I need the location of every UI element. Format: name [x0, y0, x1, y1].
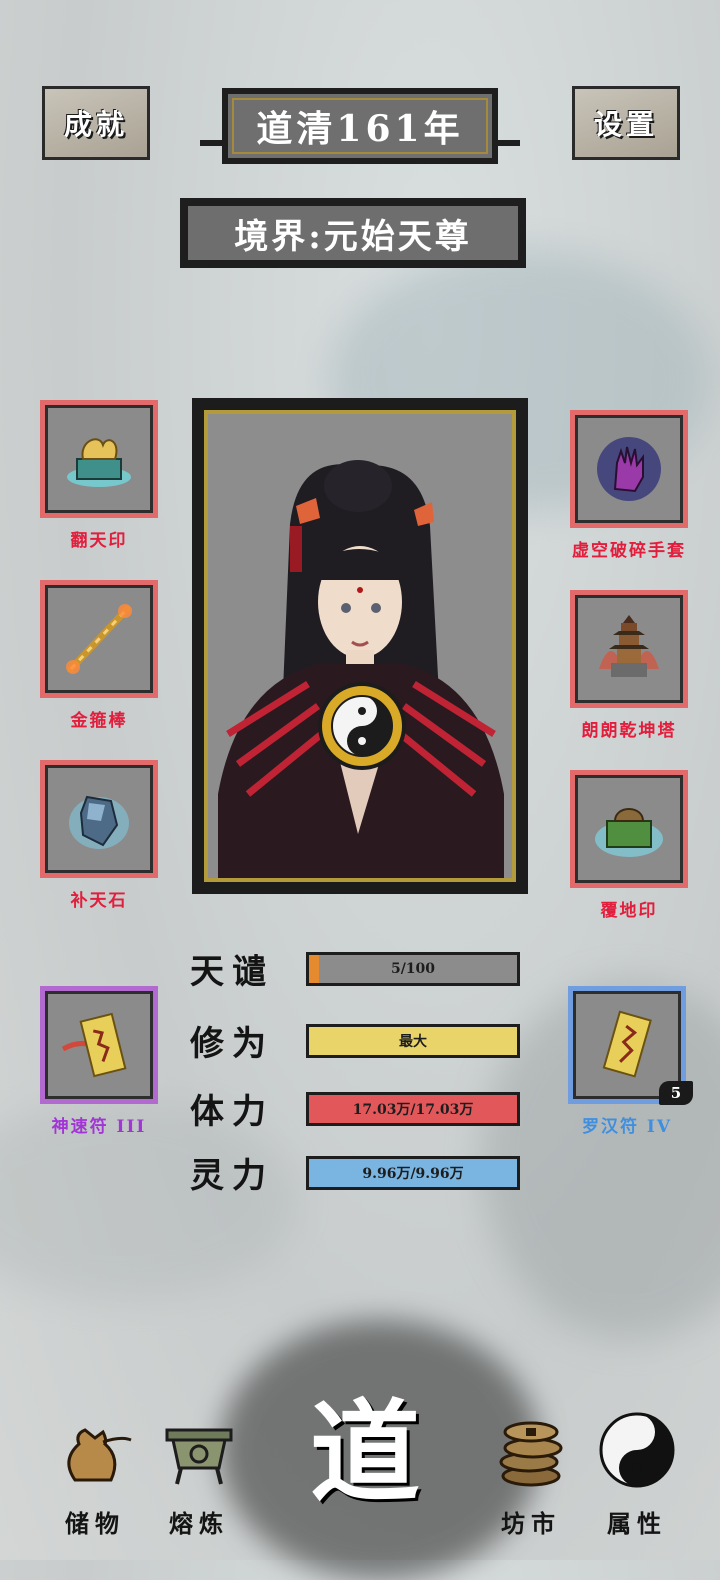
equip-slot-left-1[interactable]: 翻天印	[40, 400, 158, 551]
stat-label: 修为	[190, 1024, 274, 1064]
equip-slot-right-1[interactable]: 虚空破碎手套	[570, 410, 688, 561]
equip-slot-left-2[interactable]: 金箍棒	[40, 580, 158, 731]
equip-box[interactable]	[570, 410, 688, 528]
equip-slot-right-3[interactable]: 覆地印	[570, 770, 688, 921]
stat-value: 17.03万/17.03万	[352, 1101, 474, 1118]
equip-box[interactable]	[40, 580, 158, 698]
stat-bar: 9.96万/9.96万	[306, 1155, 520, 1190]
talisman-box[interactable]	[40, 986, 158, 1104]
equip-box[interactable]	[570, 770, 688, 888]
equip-label: 金箍棒	[70, 711, 128, 731]
equip-slot-left-3[interactable]: 补天石	[40, 760, 158, 911]
stat-value: 最大	[399, 1033, 427, 1050]
nav-storage[interactable]: 储物	[50, 1410, 140, 1539]
nav-label: 坊市	[501, 1509, 561, 1538]
character-portrait-frame[interactable]	[192, 398, 528, 894]
equip-box[interactable]	[40, 400, 158, 518]
character-illustration	[218, 460, 504, 878]
equip-label: 虚空破碎手套	[572, 541, 686, 561]
stat-label: 天谴	[190, 952, 274, 992]
nav-refine[interactable]: 熔炼	[154, 1410, 244, 1539]
dragon-seal-icon	[67, 438, 131, 487]
talisman-box[interactable]: 5	[568, 986, 693, 1105]
stat-label: 灵力	[190, 1156, 274, 1196]
pouch-icon	[55, 1410, 135, 1490]
equip-label: 翻天印	[70, 531, 128, 551]
void-glove-icon	[597, 437, 661, 501]
cauldron-icon	[159, 1410, 239, 1490]
pagoda-icon	[599, 615, 659, 677]
equip-slot-right-2[interactable]: 朗朗乾坤塔	[570, 590, 688, 741]
talisman-label: 罗汉符 IV	[581, 1117, 673, 1137]
stat-row-cultivation: 修为 最大	[190, 1016, 520, 1065]
nav-label: 熔炼	[169, 1509, 229, 1538]
talisman-icon	[61, 1012, 127, 1078]
talisman-icon	[602, 1010, 652, 1078]
equip-label: 覆地印	[600, 901, 658, 921]
stat-bar: 最大	[306, 1023, 520, 1058]
realm-plaque: 境界:元始天尊	[180, 198, 526, 268]
stat-bar: 5/100	[306, 951, 520, 986]
talisman-label: 神速符 III	[51, 1117, 147, 1137]
year-plaque: 道清161年	[222, 88, 498, 164]
golden-staff-icon	[66, 604, 132, 674]
nav-label: 储物	[65, 1509, 125, 1538]
stat-row-heavenly-punishment: 天谴 5/100	[190, 944, 520, 993]
talisman-slot-left[interactable]: 神速符 III	[40, 986, 158, 1137]
stat-value: 9.96万/9.96万	[362, 1165, 464, 1182]
nav-dao-center[interactable]: 道	[290, 1378, 440, 1528]
settings-button[interactable]: 设置	[572, 86, 680, 160]
stat-value: 5/100	[390, 960, 436, 977]
achievements-button[interactable]: 成就	[42, 86, 150, 160]
nav-attributes[interactable]: 属性	[592, 1410, 682, 1539]
crystal-stone-icon	[69, 795, 129, 849]
equip-label: 朗朗乾坤塔	[581, 721, 677, 741]
stat-bar-fill	[309, 954, 320, 983]
stat-row-stamina: 体力 17.03万/17.03万	[190, 1084, 520, 1133]
stat-row-spirit: 灵力 9.96万/9.96万	[190, 1148, 520, 1197]
character-portrait	[204, 410, 516, 882]
stat-label: 体力	[190, 1092, 274, 1132]
equip-box[interactable]	[40, 760, 158, 878]
stat-bar: 17.03万/17.03万	[306, 1091, 520, 1126]
item-count-badge: 5	[659, 1081, 693, 1105]
nav-market[interactable]: 坊市	[486, 1410, 576, 1539]
yin-yang-icon	[597, 1410, 677, 1490]
nav-label: 属性	[607, 1509, 667, 1538]
dao-emblem: 道	[310, 1388, 420, 1517]
equip-box[interactable]	[570, 590, 688, 708]
earth-seal-icon	[595, 808, 663, 857]
equip-label: 补天石	[70, 891, 128, 911]
talisman-slot-right[interactable]: 5 罗汉符 IV	[568, 986, 693, 1137]
coin-stack-icon	[491, 1410, 571, 1490]
